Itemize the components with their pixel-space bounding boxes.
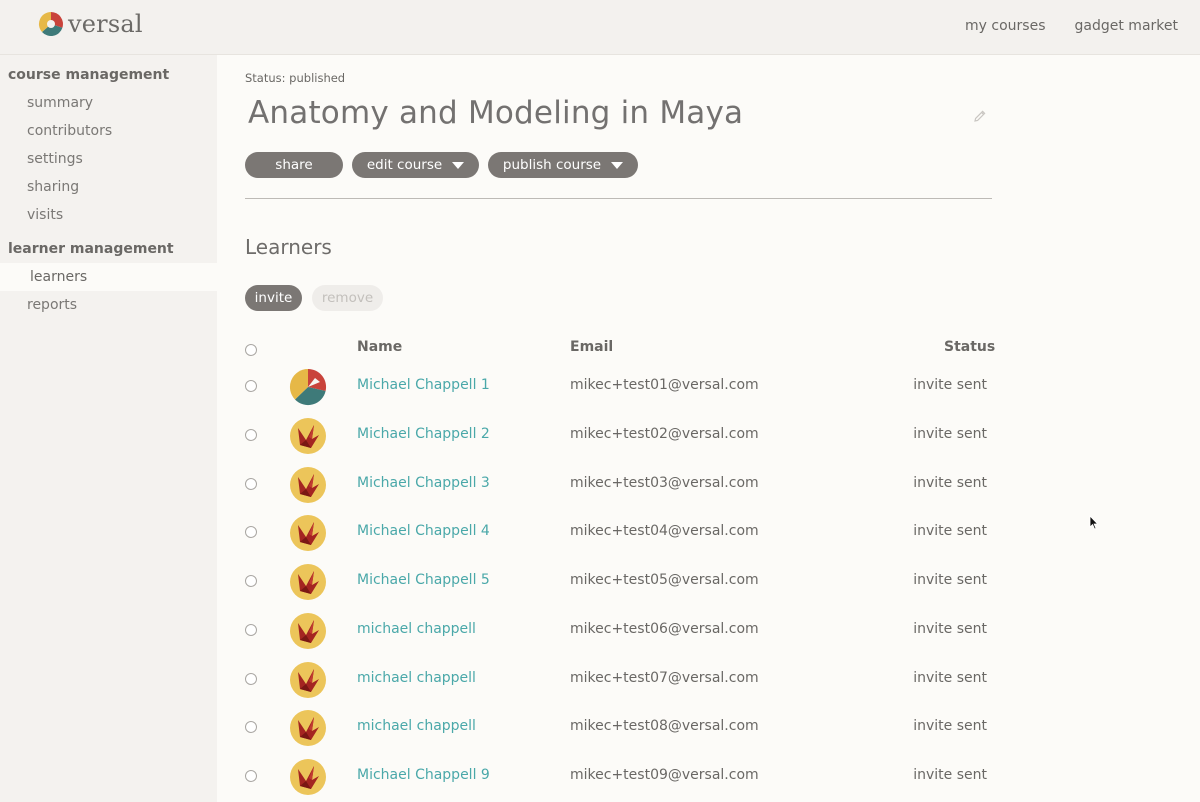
learner-email: mikec+test06@versal.com xyxy=(570,620,759,637)
sidebar-item-contributors[interactable]: contributors xyxy=(0,117,217,145)
sidebar-section-course-management: course management xyxy=(8,67,170,83)
learner-name-link[interactable]: Michael Chappell 1 xyxy=(357,377,490,393)
origami-bird-avatar-icon xyxy=(290,710,326,747)
learner-name-link[interactable]: michael chappell xyxy=(357,670,476,686)
edit-course-label: edit course xyxy=(366,157,443,173)
table-row: Michael Chappell 3 mikec+test03@versal.co… xyxy=(0,460,1000,508)
origami-bird-avatar-icon xyxy=(290,759,326,795)
share-button-label: share xyxy=(275,157,313,173)
table-row: michael chappell mikec+test06@versal.com i… xyxy=(0,606,1000,654)
sidebar-item-reports[interactable]: reports xyxy=(0,291,217,319)
row-select-radio[interactable] xyxy=(245,672,257,685)
edit-course-button[interactable]: edit course xyxy=(352,152,479,178)
row-select-radio[interactable] xyxy=(245,477,257,490)
sidebar-item-settings[interactable]: settings xyxy=(0,145,217,173)
table-row: Michael Chappell 1 mikec+test01@versal.co… xyxy=(0,362,1000,410)
mouse-cursor-icon xyxy=(1089,515,1099,530)
divider xyxy=(245,198,992,199)
learner-name-link[interactable]: Michael Chappell 9 xyxy=(357,767,490,783)
learner-status: invite sent xyxy=(913,620,987,637)
learner-name-link[interactable]: michael chappell xyxy=(357,718,476,734)
origami-bird-avatar-icon xyxy=(290,515,326,552)
origami-bird-avatar-icon xyxy=(290,661,326,698)
row-select-radio[interactable] xyxy=(245,526,257,539)
sidebar-item-visits[interactable]: visits xyxy=(0,201,217,229)
learner-status: invite sent xyxy=(913,523,987,540)
share-button[interactable]: share xyxy=(245,152,343,178)
learner-name-link[interactable]: Michael Chappell 4 xyxy=(357,523,490,539)
sidebar-item-sharing[interactable]: sharing xyxy=(0,173,217,201)
learner-name-link[interactable]: Michael Chappell 2 xyxy=(357,426,490,442)
logo-text: versal xyxy=(68,10,143,38)
learner-email: mikec+test01@versal.com xyxy=(570,377,759,393)
learner-status: invite sent xyxy=(913,377,987,393)
learner-email: mikec+test02@versal.com xyxy=(570,425,759,442)
learner-name-link[interactable]: Michael Chappell 5 xyxy=(357,572,490,588)
origami-bird-avatar-icon xyxy=(290,466,326,503)
top-bar: versal my courses gadget market xyxy=(0,0,1200,55)
learner-status: invite sent xyxy=(913,572,987,588)
versal-logo-avatar-icon xyxy=(289,368,327,406)
learners-title: Learners xyxy=(245,235,332,259)
publish-course-label: publish course xyxy=(502,157,602,173)
learner-email: mikec+test09@versal.com xyxy=(570,767,759,783)
sidebar-section-learner-management: learner management xyxy=(8,241,174,257)
learner-status: invite sent xyxy=(913,718,987,735)
column-header-name: Name xyxy=(357,339,403,355)
learner-email: mikec+test04@versal.com xyxy=(570,523,759,540)
row-select-radio[interactable] xyxy=(245,380,257,392)
caret-down-icon xyxy=(452,161,465,169)
table-row: michael chappell mikec+test08@versal.com i… xyxy=(0,703,1000,751)
learner-status: invite sent xyxy=(913,474,987,491)
course-status: Status: published xyxy=(245,71,346,85)
pencil-icon[interactable] xyxy=(973,109,987,123)
learner-name-link[interactable]: michael chappell xyxy=(357,621,476,637)
learner-email: mikec+test03@versal.com xyxy=(570,474,759,491)
sidebar-item-learners[interactable]: learners xyxy=(0,263,217,291)
learner-status: invite sent xyxy=(913,767,987,783)
learner-email: mikec+test05@versal.com xyxy=(570,572,759,588)
remove-button: remove xyxy=(312,285,383,311)
caret-down-icon xyxy=(611,161,624,169)
select-all-radio[interactable] xyxy=(245,344,257,356)
row-select-radio[interactable] xyxy=(245,770,257,782)
table-row: Michael Chappell 9 mikec+test09@versal.co… xyxy=(0,752,1000,800)
learner-status: invite sent xyxy=(913,425,987,442)
column-header-email: Email xyxy=(570,339,614,355)
learner-status: invite sent xyxy=(913,669,987,686)
row-select-radio[interactable] xyxy=(245,721,257,734)
table-row: Michael Chappell 4 mikec+test04@versal.co… xyxy=(0,508,1000,556)
course-title: Anatomy and Modeling in Maya xyxy=(248,95,744,131)
origami-bird-avatar-icon xyxy=(290,564,326,600)
column-header-status: Status xyxy=(944,339,996,355)
invite-button[interactable]: invite xyxy=(245,285,302,311)
versal-logo-icon xyxy=(38,11,63,37)
row-select-radio[interactable] xyxy=(245,428,257,441)
publish-course-button[interactable]: publish course xyxy=(488,152,638,178)
learner-email: mikec+test08@versal.com xyxy=(570,718,759,735)
learner-email: mikec+test07@versal.com xyxy=(570,669,759,686)
learner-name-link[interactable]: Michael Chappell 3 xyxy=(357,475,490,491)
logo[interactable]: versal xyxy=(38,9,143,39)
row-select-radio[interactable] xyxy=(245,623,257,636)
nav-gadget-market[interactable]: gadget market xyxy=(1075,18,1178,34)
nav-my-courses[interactable]: my courses xyxy=(965,18,1045,34)
top-nav: my courses gadget market xyxy=(965,18,1178,34)
sidebar-item-summary[interactable]: summary xyxy=(0,89,217,117)
table-row: Michael Chappell 2 mikec+test02@versal.co… xyxy=(0,411,1000,459)
table-row: Michael Chappell 5 mikec+test05@versal.co… xyxy=(0,557,1000,605)
origami-bird-avatar-icon xyxy=(290,612,326,649)
table-row: michael chappell mikec+test07@versal.com i… xyxy=(0,655,1000,703)
row-select-radio[interactable] xyxy=(245,575,257,587)
origami-bird-avatar-icon xyxy=(290,417,326,454)
